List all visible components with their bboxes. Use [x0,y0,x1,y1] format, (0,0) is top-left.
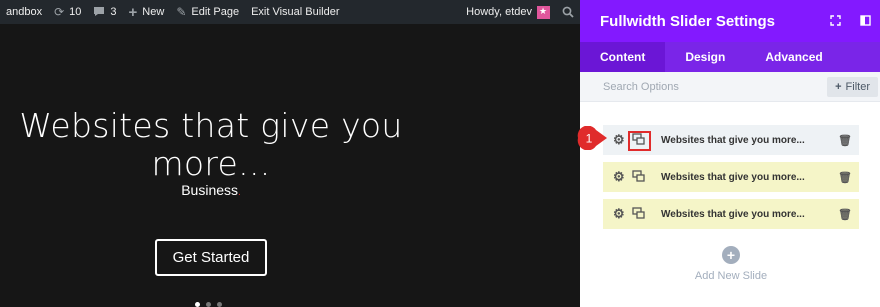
duplicate-icon[interactable] [632,207,645,220]
gear-icon[interactable]: ⚙ [613,169,625,185]
admin-search-button[interactable] [556,6,580,18]
updates-link[interactable]: ⟳ 10 [48,0,87,24]
slide-item[interactable]: ⚙ Websites that give you more... 🗑 [603,125,859,155]
add-new-slide-label: Add New Slide [694,270,768,282]
slider-pagination [195,302,222,307]
updates-count: 10 [69,6,82,18]
slide-subheading-text: Business [181,182,239,198]
step-number: 1 [586,132,593,146]
slider-dot[interactable] [206,302,211,307]
search-options-input[interactable]: Search Options [603,81,679,93]
plus-icon: + [128,3,138,21]
exit-visual-builder-label: Exit Visual Builder [251,6,340,18]
duplicate-icon[interactable] [632,170,645,183]
trash-icon[interactable]: 🗑 [838,208,852,221]
comments-link[interactable]: 3 [87,0,122,24]
filter-button[interactable]: + Filter [827,76,878,97]
filter-label: Filter [845,80,870,93]
gear-icon[interactable]: ⚙ [613,206,625,222]
gear-icon[interactable]: ⚙ [613,132,625,148]
new-content-link[interactable]: + New [123,0,171,24]
slide-item[interactable]: ⚙ Websites that give you more... 🗑 [603,199,859,229]
slide-headline: Websites that give you more... [0,107,422,183]
slide-headline-line2: more... [151,144,271,183]
slide-label: Websites that give you more... [661,171,805,183]
new-label: New [142,6,165,18]
my-account-link[interactable]: Howdy, etdev [460,0,556,24]
panel-tabs: Content Design Advanced [580,42,880,72]
comment-icon [93,6,105,19]
exit-visual-builder-link[interactable]: Exit Visual Builder [245,0,345,24]
add-new-slide[interactable]: + Add New Slide [603,246,859,282]
slide-item[interactable]: ⚙ Websites that give you more... 🗑 [603,162,859,192]
avatar [537,5,550,19]
slide-headline-line1: Websites that give you [19,106,403,145]
slide-label: Websites that give you more... [661,134,805,146]
screen: andbox ⟳ 10 3 + New ✎ Edit Page Exit Vis… [0,0,880,307]
edit-page-label: Edit Page [191,6,240,18]
pencil-icon: ✎ [176,5,187,19]
panel-header: Fullwidth Slider Settings [580,0,880,42]
snap-sidebar-icon[interactable] [850,14,880,29]
expand-icon[interactable] [820,14,850,29]
plus-icon: + [835,80,842,93]
step-badge: 1 [577,126,607,150]
slider-dot[interactable] [195,302,200,307]
search-icon [562,6,574,18]
trash-icon[interactable]: 🗑 [838,134,852,147]
slider-dot[interactable] [217,302,222,307]
slide-subheading: Business. [181,182,241,198]
site-name: andbox [6,6,43,18]
tab-content[interactable]: Content [580,42,666,72]
refresh-icon: ⟳ [54,5,65,19]
comments-count: 3 [110,6,117,18]
wp-admin-bar: andbox ⟳ 10 3 + New ✎ Edit Page Exit Vis… [0,0,580,24]
search-options-bar: Search Options + Filter [580,72,880,102]
tab-advanced[interactable]: Advanced [745,42,842,72]
edit-page-link[interactable]: ✎ Edit Page [170,0,245,24]
tab-design[interactable]: Design [665,42,745,72]
trash-icon[interactable]: 🗑 [838,171,852,184]
site-name-link[interactable]: andbox [0,0,48,24]
greeting: Howdy, etdev [466,6,532,18]
get-started-button[interactable]: Get Started [155,239,267,276]
duplicate-highlight-box [628,131,651,151]
slide-label: Websites that give you more... [661,208,805,220]
panel-title: Fullwidth Slider Settings [600,12,776,30]
slider-preview: Websites that give you more... Business.… [0,24,580,307]
add-slide-icon[interactable]: + [722,246,740,264]
